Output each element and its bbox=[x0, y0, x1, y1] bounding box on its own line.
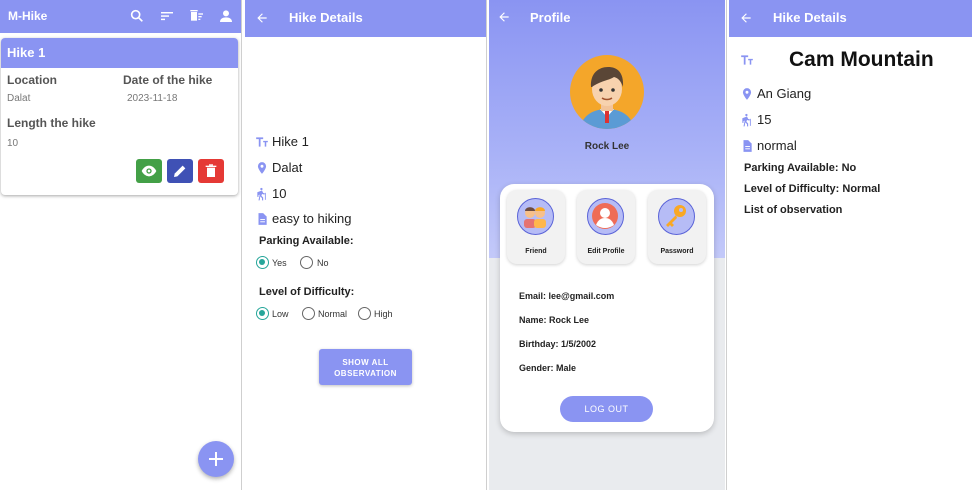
location: Dalat bbox=[272, 160, 303, 175]
friend-tile[interactable]: Friend bbox=[507, 190, 565, 264]
page-title: Profile bbox=[530, 10, 571, 25]
hike-list-screen: M-Hike Hike 1 Location Dalat Date of the… bbox=[0, 0, 241, 490]
document-icon bbox=[743, 140, 752, 152]
hiking-icon bbox=[742, 113, 751, 127]
friends-icon bbox=[517, 198, 554, 235]
parking-no-radio[interactable] bbox=[300, 256, 313, 269]
view-button[interactable] bbox=[136, 159, 162, 183]
difficulty-high-radio[interactable] bbox=[358, 307, 371, 320]
friend-label: Friend bbox=[525, 248, 547, 255]
hike-details-screen: Hike Details Hike 1 Dalat 10 easy to hik… bbox=[245, 0, 486, 490]
edit-profile-tile[interactable]: Edit Profile bbox=[577, 190, 635, 264]
length-label: Length the hike bbox=[7, 116, 96, 130]
text-fields-icon bbox=[256, 137, 268, 147]
edit-profile-label: Edit Profile bbox=[587, 248, 625, 255]
delete-button[interactable] bbox=[198, 159, 224, 183]
hiking-icon bbox=[257, 187, 266, 201]
show-all-observation-button[interactable]: SHOW ALL OBSERVATION bbox=[319, 349, 412, 385]
hike-name: Hike 1 bbox=[272, 134, 309, 149]
date-label: Date of the hike bbox=[123, 73, 213, 87]
app-bar: Hike Details bbox=[245, 0, 486, 37]
difficulty-normal-radio[interactable] bbox=[302, 307, 315, 320]
app-bar: M-Hike bbox=[0, 0, 241, 33]
user-profile-icon bbox=[587, 198, 624, 235]
location-label: Location bbox=[7, 73, 57, 87]
difficulty-low-label: Low bbox=[272, 309, 289, 319]
difficulty-text: Level of Difficulty: Normal bbox=[744, 183, 881, 195]
divider bbox=[486, 0, 487, 490]
eye-icon bbox=[141, 165, 157, 177]
page-title: Hike Details bbox=[773, 10, 847, 25]
parking-no-label: No bbox=[317, 258, 329, 268]
edit-button[interactable] bbox=[167, 159, 193, 183]
button-line-2: OBSERVATION bbox=[334, 369, 397, 378]
location: An Giang bbox=[757, 86, 812, 101]
observation-list-label: List of observation bbox=[744, 204, 843, 216]
hike-card[interactable]: Hike 1 Location Dalat Date of the hike 2… bbox=[1, 38, 238, 195]
avatar bbox=[570, 55, 644, 129]
description: easy to hiking bbox=[272, 211, 352, 226]
hike-card-title: Hike 1 bbox=[1, 38, 238, 68]
length: 15 bbox=[757, 112, 772, 127]
gender-text: Gender: Male bbox=[519, 363, 577, 373]
divider bbox=[241, 0, 242, 490]
back-arrow-icon[interactable] bbox=[739, 11, 753, 25]
logout-button[interactable]: LOG OUT bbox=[560, 396, 653, 422]
difficulty-normal-label: Normal bbox=[318, 309, 348, 319]
app-title: M-Hike bbox=[8, 9, 48, 23]
hike-name: Cam Mountain bbox=[789, 48, 934, 71]
user-avatar-icon bbox=[580, 67, 634, 129]
account-icon[interactable] bbox=[218, 8, 234, 24]
delete-sweep-icon[interactable] bbox=[189, 8, 205, 24]
parking-text: Parking Available: No bbox=[744, 162, 857, 174]
length: 10 bbox=[272, 186, 287, 201]
parking-label: Parking Available: bbox=[259, 235, 354, 247]
difficulty-label: Level of Difficulty: bbox=[259, 286, 355, 298]
profile-name: Rock Lee bbox=[584, 141, 630, 152]
length-value: 10 bbox=[7, 138, 19, 149]
birthday-text: Birthday: 1/5/2002 bbox=[519, 339, 597, 349]
divider bbox=[726, 0, 727, 490]
location-value: Dalat bbox=[7, 93, 31, 104]
button-line-1: SHOW ALL bbox=[342, 358, 389, 367]
trash-icon bbox=[205, 164, 217, 177]
difficulty-low-radio[interactable] bbox=[256, 307, 269, 320]
add-hike-button[interactable] bbox=[198, 441, 234, 477]
text-fields-icon bbox=[741, 55, 753, 65]
pencil-icon bbox=[174, 165, 186, 177]
difficulty-high-label: High bbox=[374, 309, 393, 319]
parking-yes-radio[interactable] bbox=[256, 256, 269, 269]
date-value: 2023-11-18 bbox=[127, 93, 178, 104]
password-tile[interactable]: Password bbox=[648, 190, 706, 264]
app-bar: Hike Details bbox=[729, 0, 972, 37]
plus-icon bbox=[209, 452, 223, 466]
description: normal bbox=[757, 138, 797, 153]
profile-screen: Profile Rock Lee Friend Edit Profile Pas… bbox=[489, 0, 725, 490]
password-label: Password bbox=[660, 248, 694, 255]
parking-yes-label: Yes bbox=[272, 258, 287, 268]
document-icon bbox=[258, 213, 267, 225]
name-text: Name: Rock Lee bbox=[519, 315, 590, 325]
profile-card: Friend Edit Profile Password Email: lee@… bbox=[500, 184, 714, 432]
hike-details-readonly-screen: Hike Details Cam Mountain An Giang 15 no… bbox=[729, 0, 972, 490]
key-icon bbox=[658, 198, 695, 235]
location-pin-icon bbox=[742, 88, 752, 100]
search-icon[interactable] bbox=[129, 8, 145, 24]
sort-icon[interactable] bbox=[159, 8, 175, 24]
location-pin-icon bbox=[257, 162, 267, 174]
back-arrow-icon[interactable] bbox=[255, 11, 269, 25]
email-text: Email: lee@gmail.com bbox=[519, 291, 615, 301]
back-arrow-icon[interactable] bbox=[497, 10, 511, 24]
app-bar: Profile bbox=[489, 0, 725, 37]
page-title: Hike Details bbox=[289, 10, 363, 25]
